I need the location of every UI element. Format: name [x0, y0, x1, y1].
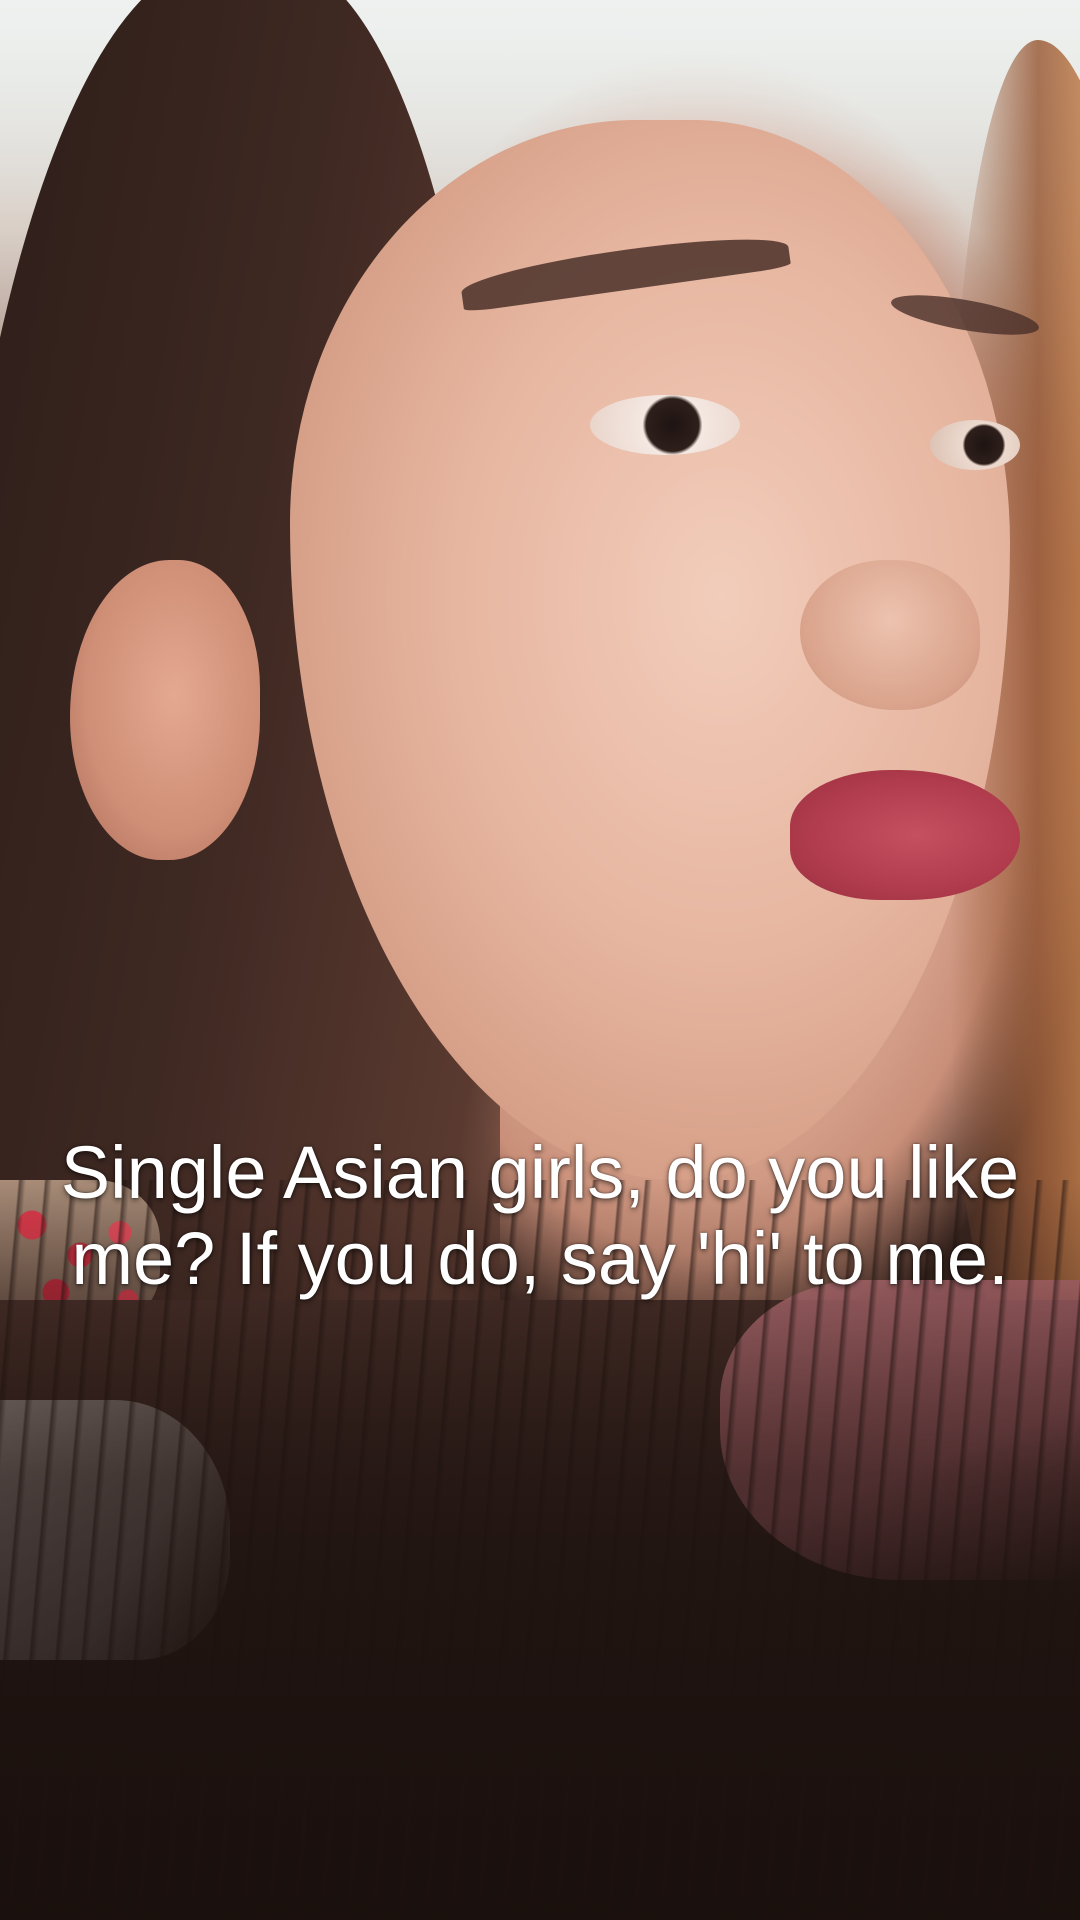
caption-text: Single Asian girls, do you like me? If y…	[60, 1131, 1020, 1300]
eye-left	[590, 395, 740, 455]
lips	[790, 770, 1020, 900]
ear	[70, 560, 260, 860]
eye-right	[930, 420, 1020, 470]
video-frame[interactable]: Single Asian girls, do you like me? If y…	[0, 0, 1080, 1920]
